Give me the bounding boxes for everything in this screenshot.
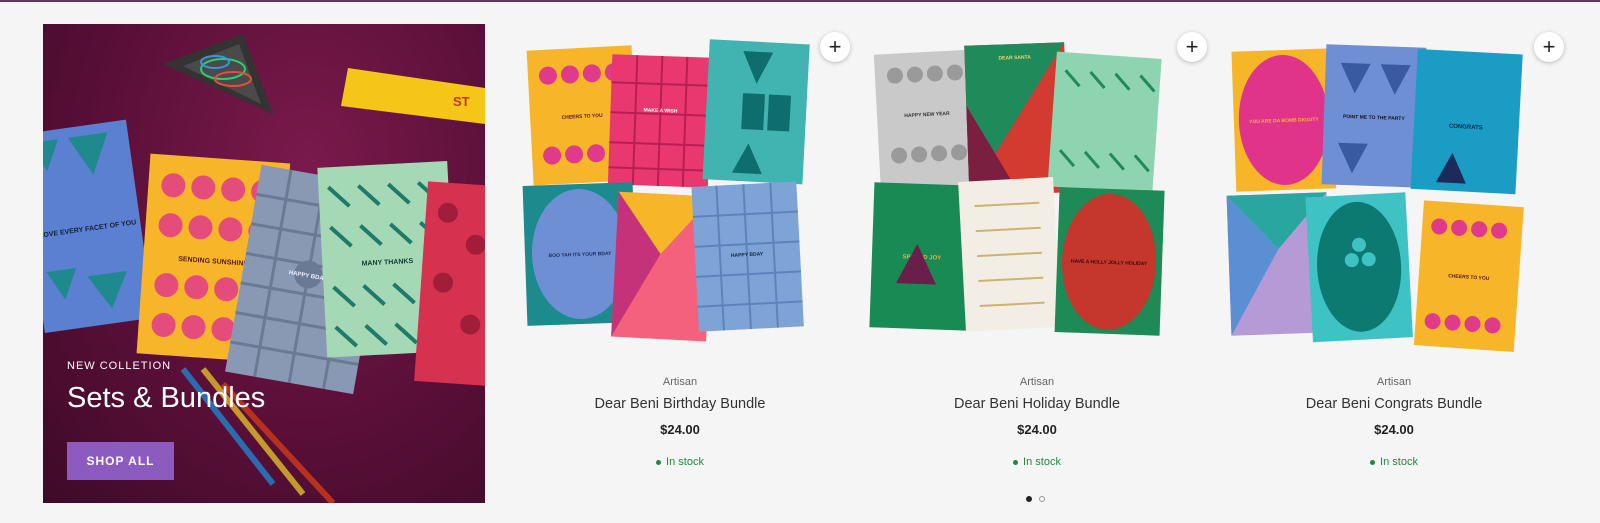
product-card[interactable]: CHEERS TO YOU MAKE A WISH BOO YAH ITS YO… xyxy=(510,24,850,484)
product-name[interactable]: Dear Beni Birthday Bundle xyxy=(510,396,850,412)
stock-status: In stock xyxy=(510,456,850,468)
pagination-dot-2[interactable] xyxy=(1039,496,1045,502)
stock-status: In stock xyxy=(867,456,1207,468)
stock-dot-icon xyxy=(1370,459,1376,465)
stock-status: In stock xyxy=(1224,456,1564,468)
product-price: $24.00 xyxy=(660,422,700,437)
quick-add-button[interactable]: + xyxy=(1177,32,1207,62)
quick-add-button[interactable]: + xyxy=(1534,32,1564,62)
plus-icon: + xyxy=(1185,34,1199,59)
stock-dot-icon xyxy=(1013,459,1019,465)
product-card[interactable]: HAPPY NEW YEAR DEAR SANTA SPREAD JOY HAV… xyxy=(867,24,1207,484)
product-image[interactable]: HAPPY NEW YEAR DEAR SANTA SPREAD JOY HAV… xyxy=(867,34,1207,364)
product-vendor: Artisan xyxy=(662,376,698,388)
carousel-pagination xyxy=(1026,496,1045,502)
hero-eyebrow: NEW COLLETION xyxy=(67,360,172,372)
stock-label: In stock xyxy=(666,456,704,468)
hero-title: Sets & Bundles xyxy=(67,382,266,414)
stock-dot-icon xyxy=(656,459,662,465)
product-image[interactable]: YOU ARE DA BOMB DIGGITY POINT ME TO THE … xyxy=(1224,34,1564,364)
top-border xyxy=(0,0,1600,2)
product-name[interactable]: Dear Beni Congrats Bundle xyxy=(1224,396,1564,412)
hero-image: ST I LOVE EVERY FACET OF YOU SENDING SUN… xyxy=(43,34,485,503)
product-image[interactable]: CHEERS TO YOU MAKE A WISH BOO YAH ITS YO… xyxy=(510,34,850,364)
product-name[interactable]: Dear Beni Holiday Bundle xyxy=(867,396,1207,412)
stock-label: In stock xyxy=(1380,456,1418,468)
plus-icon: + xyxy=(1542,34,1556,59)
svg-text:MAKE A WISH: MAKE A WISH xyxy=(643,107,677,114)
product-vendor: Artisan xyxy=(1019,376,1055,388)
plus-icon: + xyxy=(828,34,842,59)
product-card[interactable]: YOU ARE DA BOMB DIGGITY POINT ME TO THE … xyxy=(1224,24,1564,484)
pagination-dot-1[interactable] xyxy=(1026,496,1032,502)
svg-text:ST: ST xyxy=(453,94,470,109)
hero-banner[interactable]: ST I LOVE EVERY FACET OF YOU SENDING SUN… xyxy=(43,24,485,503)
product-price: $24.00 xyxy=(1017,422,1057,437)
svg-text:DEAR SANTA: DEAR SANTA xyxy=(998,54,1031,61)
quick-add-button[interactable]: + xyxy=(820,32,850,62)
product-vendor: Artisan xyxy=(1376,376,1412,388)
shop-all-button[interactable]: SHOP ALL xyxy=(67,442,174,480)
product-price: $24.00 xyxy=(1374,422,1414,437)
stock-label: In stock xyxy=(1023,456,1061,468)
